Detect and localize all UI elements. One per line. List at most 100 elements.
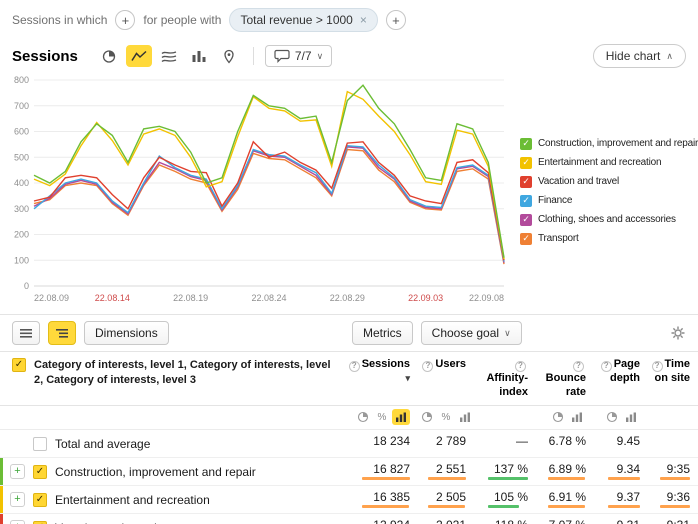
time-cell — [648, 430, 698, 457]
sessions-percent-toggle[interactable]: % — [373, 409, 391, 425]
legend-item[interactable]: ✓ Construction, improvement and repair — [520, 138, 698, 150]
row-checkbox[interactable] — [33, 437, 47, 451]
column-label: Affinity-index — [486, 372, 528, 398]
time-cell: 9:35 — [648, 458, 698, 485]
svg-text:500: 500 — [14, 152, 29, 162]
bounce-pie-toggle-icon[interactable] — [549, 409, 567, 425]
bounce-value: 7.07 % — [549, 519, 586, 524]
sessions-bars-toggle-icon[interactable] — [392, 409, 410, 425]
depth-bars-toggle-icon[interactable] — [622, 409, 640, 425]
column-header-sessions[interactable]: ?Sessions ▾ — [342, 358, 418, 386]
users-percent-toggle[interactable]: % — [437, 409, 455, 425]
segment-tag[interactable]: Total revenue > 1000 × — [229, 8, 377, 32]
legend-item[interactable]: ✓ Entertainment and recreation — [520, 157, 698, 169]
pie-chart-type-button[interactable] — [96, 45, 122, 67]
row-label[interactable]: Construction, improvement and repair — [55, 465, 256, 479]
select-all-checkbox[interactable]: ✓ — [12, 358, 26, 372]
dimensions-button[interactable]: Dimensions — [84, 321, 169, 345]
users-cell: 2 505 — [418, 486, 474, 513]
column-header-page-depth[interactable]: ?Page depth — [594, 358, 648, 386]
bounce-cell: 6.78 % — [536, 430, 594, 457]
metrics-button[interactable]: Metrics — [352, 321, 413, 345]
column-header-users[interactable]: ?Users — [418, 358, 474, 372]
chart-title: Sessions — [12, 48, 78, 65]
row-label[interactable]: Entertainment and recreation — [55, 493, 210, 507]
stacked-area-icon — [161, 49, 177, 63]
series-color-strip — [0, 458, 3, 485]
choose-goal-button[interactable]: Choose goal ∨ — [421, 321, 522, 345]
expand-row-button[interactable]: + — [10, 492, 25, 507]
legend-checkbox[interactable]: ✓ — [520, 157, 532, 169]
users-bars-toggle-icon[interactable] — [456, 409, 474, 425]
column-header-bounce-rate[interactable]: ?Bounce rate — [536, 358, 594, 399]
add-people-condition-button[interactable]: + — [386, 10, 406, 30]
legend-checkbox[interactable]: ✓ — [520, 138, 532, 150]
settings-gear-icon[interactable] — [670, 325, 686, 341]
users-pie-toggle-icon[interactable] — [418, 409, 436, 425]
sessions-value: 18 234 — [373, 435, 410, 447]
legend-item[interactable]: ✓ Finance — [520, 195, 698, 207]
legend-checkbox[interactable]: ✓ — [520, 214, 532, 226]
remove-segment-icon[interactable]: × — [360, 13, 367, 27]
segmentation-bar: Sessions in which + for people with Tota… — [0, 0, 698, 40]
metric-help-icon: ? — [652, 361, 663, 372]
table-row-total[interactable]: Total and average 18 234 2 789 — 6.78 % … — [0, 430, 698, 458]
depth-cell: 9.31 — [594, 514, 648, 524]
legend-checkbox[interactable]: ✓ — [520, 233, 532, 245]
metric-display-toggles-row: % % — [0, 406, 698, 430]
svg-text:200: 200 — [14, 230, 29, 240]
table-row[interactable]: + ✓ Construction, improvement and repair… — [0, 458, 698, 486]
columns-chart-type-button[interactable] — [186, 45, 212, 67]
hide-chart-button[interactable]: Hide chart ∧ — [593, 44, 686, 68]
columns-chart-icon — [191, 49, 207, 63]
table-row[interactable]: + ✓ Vacation and travel 12 924 2 021 118… — [0, 514, 698, 524]
table-row[interactable]: + ✓ Entertainment and recreation 16 385 … — [0, 486, 698, 514]
metric-help-icon: ? — [422, 361, 433, 372]
row-checkbox[interactable]: ✓ — [33, 493, 47, 507]
legend-checkbox[interactable]: ✓ — [520, 176, 532, 188]
column-header-time-on-site[interactable]: ?Time on site — [648, 358, 698, 386]
affinity-cell: 105 % — [474, 486, 536, 513]
list-view-button[interactable] — [12, 321, 40, 345]
expand-row-button[interactable]: + — [10, 464, 25, 479]
depth-pie-toggle-icon[interactable] — [603, 409, 621, 425]
legend-label: Clothing, shoes and accessories — [538, 214, 676, 225]
bounce-cell: 6.89 % — [536, 458, 594, 485]
svg-text:22.08.24: 22.08.24 — [251, 293, 286, 303]
bounce-value: 6.89 % — [549, 463, 586, 475]
sessions-in-which-label[interactable]: Sessions in which — [12, 13, 107, 27]
chevron-up-icon: ∧ — [666, 51, 673, 62]
time-cell: 9:36 — [648, 486, 698, 513]
map-chart-type-button[interactable] — [216, 45, 242, 67]
depth-value: 9.31 — [617, 519, 640, 524]
column-label: Page depth — [610, 358, 640, 384]
column-header-affinity-index[interactable]: ?Affinity-index — [474, 358, 536, 399]
bounce-bars-toggle-icon[interactable] — [568, 409, 586, 425]
chevron-down-icon: ∨ — [504, 328, 511, 339]
svg-text:22.08.19: 22.08.19 — [173, 293, 208, 303]
legend-item[interactable]: ✓ Clothing, shoes and accessories — [520, 214, 698, 226]
legend-label: Vacation and travel — [538, 176, 619, 187]
affinity-value: 105 % — [494, 491, 528, 503]
bounce-value: 6.91 % — [549, 491, 586, 503]
series-color-strip — [0, 486, 3, 513]
users-value: 2 551 — [436, 463, 466, 475]
legend-checkbox[interactable]: ✓ — [520, 195, 532, 207]
sessions-pie-toggle-icon[interactable] — [354, 409, 372, 425]
stacked-area-chart-type-button[interactable] — [156, 45, 182, 67]
for-people-with-label[interactable]: for people with — [143, 13, 221, 27]
column-label: Sessions — [362, 358, 410, 370]
sessions-value: 12 924 — [373, 519, 410, 524]
line-chart-type-button[interactable] — [126, 45, 152, 67]
add-session-condition-button[interactable]: + — [115, 10, 135, 30]
legend-item[interactable]: ✓ Transport — [520, 233, 698, 245]
affinity-cell: 118 % — [474, 514, 536, 524]
expand-row-button[interactable]: + — [10, 520, 25, 524]
tree-view-button[interactable] — [48, 321, 76, 345]
svg-text:22.09.08: 22.09.08 — [469, 293, 504, 303]
legend-item[interactable]: ✓ Vacation and travel — [520, 176, 698, 188]
svg-text:22.08.09: 22.08.09 — [34, 293, 69, 303]
row-checkbox[interactable]: ✓ — [33, 465, 47, 479]
sessions-line-chart[interactable]: 010020030040050060070080022.08.0922.08.1… — [4, 72, 512, 310]
notes-counter-button[interactable]: 7/7 ∨ — [265, 45, 332, 67]
